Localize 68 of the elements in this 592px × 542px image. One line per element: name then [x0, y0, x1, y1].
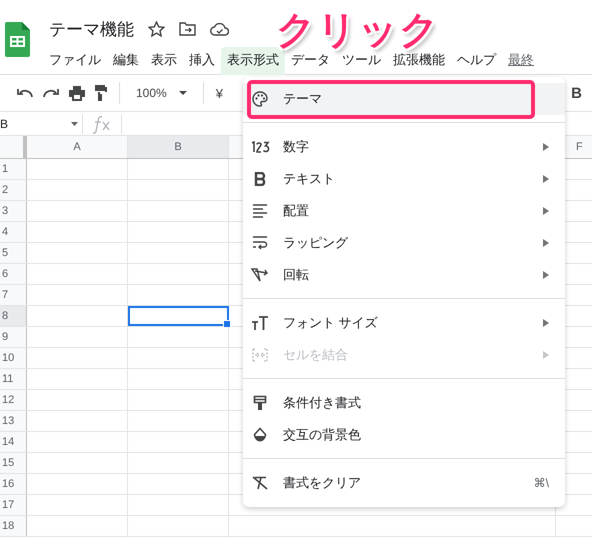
last-edit-link[interactable]: 最終 [502, 47, 534, 75]
align-left-icon [252, 204, 268, 218]
bold-icon [254, 172, 266, 186]
row-header[interactable]: 3 [0, 201, 27, 221]
submenu-arrow-icon [543, 175, 549, 183]
annotation-text: クリック [276, 12, 440, 50]
submenu-arrow-icon [543, 351, 549, 359]
column-header[interactable]: B [128, 136, 229, 158]
submenu-arrow-icon [543, 143, 549, 151]
drop-icon [252, 427, 268, 443]
folder-icon[interactable] [179, 22, 196, 36]
menu-option[interactable]: ラッピング [243, 227, 565, 259]
shortcut-text: ⌘\ [534, 476, 549, 490]
row-header[interactable]: 13 [0, 411, 27, 431]
document-title[interactable]: テーマ機能 [49, 18, 134, 40]
menu-item[interactable]: ヘルプ [451, 47, 502, 75]
row-header[interactable]: 11 [0, 369, 27, 389]
row-header[interactable]: 15 [0, 453, 27, 473]
rotate-text-icon [251, 267, 269, 283]
menu-item[interactable]: 挿入 [183, 47, 221, 75]
paint-format-icon[interactable] [95, 85, 107, 101]
zoom-dropdown[interactable]: 100% [132, 86, 191, 100]
undo-icon[interactable] [17, 88, 33, 98]
spreadsheet-logo-icon[interactable] [5, 22, 30, 57]
row-header[interactable]: 14 [0, 432, 27, 452]
row-header[interactable]: 4 [0, 222, 27, 242]
row-header[interactable]: 17 [0, 495, 27, 515]
redo-icon[interactable] [43, 88, 59, 98]
menu-option[interactable]: 回転 [243, 259, 565, 291]
menu-option[interactable]: 交互の背景色 [243, 419, 565, 451]
submenu-arrow-icon [543, 207, 549, 215]
submenu-arrow-icon [543, 319, 549, 327]
submenu-arrow-icon [543, 239, 549, 247]
menu-option[interactable]: 条件付き書式 [243, 387, 565, 419]
menu-option[interactable]: フォント サイズ [243, 307, 565, 339]
row-header[interactable]: 5 [0, 243, 27, 263]
menu-option[interactable]: 書式をクリア ⌘\ [243, 467, 565, 499]
clear-format-icon [252, 476, 268, 490]
print-icon[interactable] [69, 86, 85, 100]
row-header[interactable]: 18 [0, 516, 27, 536]
menu-item[interactable]: ファイル [43, 47, 107, 75]
menu-option[interactable]: 配置 [243, 195, 565, 227]
menu-item[interactable]: 編集 [107, 47, 145, 75]
row-header[interactable]: 16 [0, 474, 27, 494]
row-header[interactable]: 2 [0, 180, 27, 200]
font-size-icon [251, 316, 269, 330]
star-icon[interactable] [148, 21, 165, 37]
row-header[interactable]: 10 [0, 348, 27, 368]
palette-icon [251, 90, 269, 108]
row-header[interactable]: 8 [0, 306, 27, 326]
currency-format-button[interactable]: ¥ [216, 86, 223, 100]
name-box[interactable]: B [0, 116, 82, 130]
caret-icon [178, 91, 187, 95]
menu-item[interactable]: 表示 [145, 47, 183, 75]
menu-option[interactable]: テキスト [243, 163, 565, 195]
bold-button[interactable]: B [571, 84, 582, 102]
paint-roller-icon [253, 395, 267, 411]
merge-cells-icon [252, 348, 268, 362]
cloud-check-icon[interactable] [210, 22, 229, 36]
text-wrap-icon [252, 236, 268, 250]
row-header[interactable]: 1 [0, 159, 27, 179]
number-format-icon [250, 141, 270, 153]
row-header[interactable]: 9 [0, 327, 27, 347]
row-header[interactable]: 12 [0, 390, 27, 410]
submenu-arrow-icon [543, 271, 549, 279]
row-header[interactable]: 6 [0, 264, 27, 284]
row-header[interactable]: 7 [0, 285, 27, 305]
caret-icon [71, 122, 78, 126]
